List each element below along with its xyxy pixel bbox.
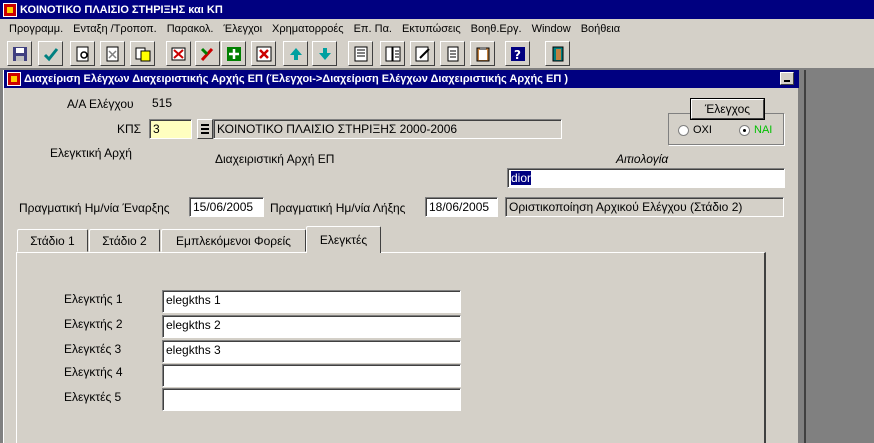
minimize-button[interactable] [780, 72, 794, 85]
menu-controls[interactable]: Έλεγχοι [218, 23, 267, 35]
reason-label: Αιτιολογία [616, 152, 669, 166]
edit-icon[interactable] [195, 41, 220, 66]
exit-icon[interactable] [545, 41, 570, 66]
previous-record-icon[interactable] [283, 41, 308, 66]
start-date-label: Πραγματική Ημ/νία Έναρξης [19, 201, 170, 215]
auditor-2-input[interactable]: elegkths 2 [162, 315, 461, 338]
svg-text:?: ? [514, 48, 521, 62]
list-of-values-icon[interactable] [197, 119, 213, 139]
app-icon [3, 2, 17, 17]
auditor-3-label: Ελεγκτές 3 [64, 342, 122, 356]
tab-auditors[interactable]: Ελεγκτές [306, 226, 381, 253]
clipboard-icon[interactable] [470, 41, 495, 66]
authority-value: Διαχειριστική Αρχή ΕΠ [215, 152, 335, 166]
app-title: ΚΟΙΝΟΤΙΚΟ ΠΛΑΙΣΙΟ ΣΤΗΡΙΞΗΣ και ΚΠ [20, 3, 223, 16]
start-date-input[interactable]: 15/06/2005 [189, 197, 264, 217]
end-date-input[interactable]: 18/06/2005 [425, 197, 498, 217]
window-title-bar: Διαχείριση Ελέγχων Διαχειριστικής Αρχής … [4, 70, 799, 88]
auditor-1-label: Ελεγκτής 1 [64, 292, 123, 306]
accept-icon[interactable] [38, 41, 63, 66]
radio-yes-dot[interactable] [739, 124, 750, 136]
authority-label: Ελεγκτική Αρχή [50, 146, 132, 160]
toolbar: ? [0, 39, 874, 69]
auditor-4-input[interactable] [162, 364, 461, 387]
kps-description-field: ΚΟΙΝΟΤΙΚΟ ΠΛΑΙΣΙΟ ΣΤΗΡΙΞΗΣ 2000-2006 [213, 119, 562, 139]
menu-prints[interactable]: Εκτυπώσεις [397, 23, 466, 35]
window-title: Διαχείριση Ελέγχων Διαχειριστικής Αρχής … [24, 73, 568, 85]
menu-bar: Προγραμμ. Ενταξη /Τροποπ. Παρακολ. Έλεγχ… [0, 19, 874, 39]
edit-document-icon[interactable] [410, 41, 435, 66]
tab-stage-1[interactable]: Στάδιο 1 [17, 229, 88, 252]
reason-input[interactable]: dior [507, 168, 785, 188]
copy-icon[interactable] [130, 41, 155, 66]
insert-record-icon[interactable] [221, 41, 246, 66]
radio-yes-label: ΝΑΙ [754, 124, 773, 136]
reason-value: dior [511, 171, 532, 185]
query-icon[interactable] [70, 41, 95, 66]
kps-input[interactable]: 3 [149, 119, 192, 139]
auditor-4-label: Ελεγκτής 4 [64, 365, 123, 379]
list-icon[interactable] [348, 41, 373, 66]
radio-no-dot[interactable] [678, 124, 689, 136]
tab-involved-bodies[interactable]: Εμπλεκόμενοι Φορείς [161, 229, 306, 252]
menu-cashflows[interactable]: Χρηματορροές [267, 23, 349, 35]
help-icon[interactable]: ? [505, 41, 530, 66]
auditor-5-label: Ελεγκτές 5 [64, 390, 122, 404]
auditor-1-input[interactable]: elegkths 1 [162, 290, 461, 313]
app-title-bar: ΚΟΙΝΟΤΙΚΟ ΠΛΑΙΣΙΟ ΣΤΗΡΙΞΗΣ και ΚΠ [0, 0, 874, 19]
auditor-3-input[interactable]: elegkths 3 [162, 340, 461, 363]
details-icon[interactable] [380, 41, 405, 66]
next-record-icon[interactable] [312, 41, 337, 66]
menu-ep-pa[interactable]: Επ. Πα. [349, 23, 397, 35]
auditor-5-input[interactable] [162, 388, 461, 411]
delete-record-icon[interactable] [166, 41, 191, 66]
auditor-2-label: Ελεγκτής 2 [64, 317, 123, 331]
workspace-divider [804, 70, 806, 443]
menu-window[interactable]: Window [527, 23, 576, 35]
window-icon [7, 72, 21, 86]
tab-stage-2[interactable]: Στάδιο 2 [89, 229, 160, 252]
save-icon[interactable] [7, 41, 32, 66]
remove-record-icon[interactable] [251, 41, 276, 66]
kps-label: ΚΠΣ [117, 122, 142, 136]
radio-no[interactable]: ΟΧΙ [678, 124, 712, 136]
clear-icon[interactable] [100, 41, 125, 66]
menu-inclusion[interactable]: Ενταξη /Τροποπ. [68, 23, 162, 35]
aa-label: Α/Α Ελέγχου [67, 97, 134, 111]
menu-monitoring[interactable]: Παρακολ. [162, 23, 219, 35]
status-field: Οριστικοποίηση Αρχικού Ελέγχου (Στάδιο 2… [505, 197, 784, 217]
radio-no-label: ΟΧΙ [693, 124, 712, 136]
menu-help[interactable]: Βοήθεια [576, 23, 625, 35]
check-button[interactable]: Έλεγχος [691, 99, 764, 119]
notes-icon[interactable] [440, 41, 465, 66]
radio-yes[interactable]: ΝΑΙ [739, 124, 772, 136]
aa-field: 515 [149, 94, 193, 114]
menu-programming[interactable]: Προγραμμ. [4, 23, 68, 35]
menu-tools[interactable]: Βοηθ.Εργ. [466, 23, 527, 35]
end-date-label: Πραγματική Ημ/νία Λήξης [270, 201, 406, 215]
